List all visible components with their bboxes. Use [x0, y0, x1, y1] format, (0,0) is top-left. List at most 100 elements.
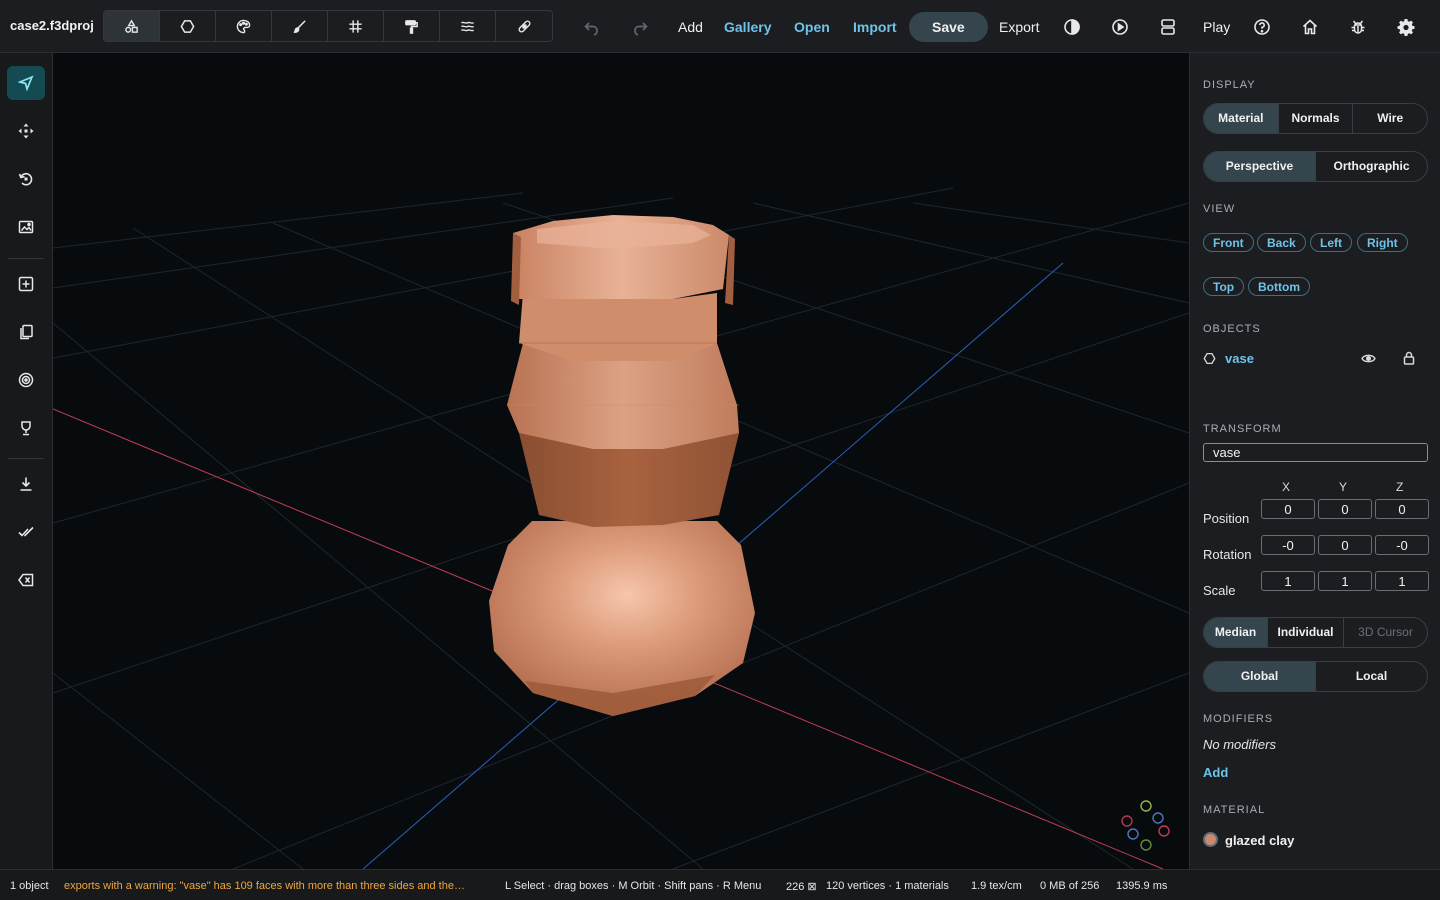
vertex-material-count: 120 vertices · 1 materials: [826, 880, 949, 892]
3d-viewport[interactable]: [53, 53, 1189, 869]
layout-button[interactable]: [1159, 0, 1177, 53]
validate-tool-button[interactable]: [7, 515, 45, 549]
view-bottom-button[interactable]: Bottom: [1248, 277, 1310, 296]
pivot-median-button[interactable]: Median: [1204, 618, 1268, 647]
origin-tool-button[interactable]: [7, 363, 45, 397]
export-warning[interactable]: exports with a warning: "vase" has 109 f…: [64, 880, 465, 892]
gallery-button[interactable]: Gallery: [724, 0, 771, 53]
polygon-icon: [1203, 352, 1216, 365]
add-button[interactable]: Add: [678, 0, 703, 53]
mode-layers-button[interactable]: [440, 11, 496, 41]
target-icon: [18, 372, 34, 388]
mode-object-button[interactable]: [104, 11, 160, 41]
frame-time: 1395.9 ms: [1116, 880, 1168, 892]
tool-sidebar: [0, 53, 53, 869]
face-count: 226 ⊠: [786, 881, 817, 893]
rotation-z-input[interactable]: -0: [1375, 535, 1429, 555]
home-button[interactable]: [1301, 0, 1319, 53]
debug-button[interactable]: [1349, 0, 1367, 53]
add-object-tool-button[interactable]: [7, 267, 45, 301]
settings-button[interactable]: [1397, 0, 1415, 53]
perspective-button[interactable]: Perspective: [1204, 152, 1316, 181]
vase-mesh[interactable]: [489, 215, 755, 716]
award-tool-button[interactable]: [7, 411, 45, 445]
eye-icon[interactable]: [1361, 352, 1376, 365]
lock-icon[interactable]: [1403, 351, 1415, 365]
contrast-button[interactable]: [1063, 0, 1081, 53]
save-button[interactable]: Save: [909, 11, 988, 42]
mode-heal-button[interactable]: [496, 11, 552, 41]
duplicate-icon: [20, 324, 33, 340]
duplicate-tool-button[interactable]: [7, 315, 45, 349]
backspace-icon: [18, 573, 34, 587]
pivot-3d-cursor-button[interactable]: 3D Cursor: [1344, 618, 1427, 647]
shading-material-button[interactable]: Material: [1204, 104, 1279, 133]
toolbar-divider: [8, 458, 44, 459]
undo-icon: [584, 21, 598, 36]
shading-normals-button[interactable]: Normals: [1279, 104, 1354, 133]
position-z-input[interactable]: 0: [1375, 499, 1429, 519]
material-name[interactable]: glazed clay: [1225, 833, 1294, 848]
properties-panel: DISPLAY Material Normals Wire Perspectiv…: [1189, 53, 1440, 869]
object-row-vase[interactable]: vase: [1203, 349, 1428, 369]
view-section-label: VIEW: [1203, 203, 1236, 215]
pivot-individual-button[interactable]: Individual: [1268, 618, 1344, 647]
delete-tool-button[interactable]: [7, 563, 45, 597]
toolbar-divider: [8, 258, 44, 259]
orientation-gizmo[interactable]: [1121, 800, 1170, 851]
download-icon: [20, 477, 32, 491]
scale-x-input[interactable]: 1: [1261, 571, 1315, 591]
double-check-icon: [18, 526, 34, 537]
mode-mesh-button[interactable]: [160, 11, 216, 41]
layers-icon: [461, 21, 474, 31]
position-label: Position: [1203, 511, 1250, 526]
rotation-label: Rotation: [1203, 547, 1252, 562]
import-button[interactable]: Import: [853, 0, 897, 53]
add-modifier-button[interactable]: Add: [1203, 765, 1228, 780]
scale-y-input[interactable]: 1: [1318, 571, 1372, 591]
rotate-tool-button[interactable]: [7, 162, 45, 196]
shading-wire-button[interactable]: Wire: [1353, 104, 1427, 133]
mode-brush-button[interactable]: [272, 11, 328, 41]
object-count: 1 object: [10, 880, 49, 892]
objects-section-label: OBJECTS: [1203, 323, 1261, 335]
download-tool-button[interactable]: [7, 467, 45, 501]
position-x-input[interactable]: 0: [1261, 499, 1315, 519]
rotation-x-input[interactable]: -0: [1261, 535, 1315, 555]
scale-z-input[interactable]: 1: [1375, 571, 1429, 591]
rotation-y-input[interactable]: 0: [1318, 535, 1372, 555]
help-button[interactable]: [1253, 0, 1271, 53]
open-button[interactable]: Open: [794, 0, 830, 53]
orthographic-button[interactable]: Orthographic: [1316, 152, 1427, 181]
export-button[interactable]: Export: [999, 0, 1039, 53]
mode-paint-button[interactable]: [216, 11, 272, 41]
move-icon: [18, 123, 34, 139]
position-y-input[interactable]: 0: [1318, 499, 1372, 519]
trophy-icon: [21, 421, 31, 436]
palette-icon: [236, 19, 251, 33]
redo-button[interactable]: [631, 0, 649, 53]
shading-mode-toggle: Material Normals Wire: [1203, 103, 1428, 134]
space-global-button[interactable]: Global: [1204, 662, 1316, 691]
mode-grid-button[interactable]: [328, 11, 384, 41]
preview-play-button[interactable]: [1111, 0, 1129, 53]
material-swatch[interactable]: [1203, 832, 1218, 847]
undo-button[interactable]: [583, 0, 601, 53]
play-circle-icon: [1112, 18, 1128, 35]
status-bar: 1 object exports with a warning: "vase" …: [0, 869, 1440, 900]
view-right-button[interactable]: Right: [1357, 233, 1408, 252]
view-left-button[interactable]: Left: [1310, 233, 1352, 252]
select-tool-button[interactable]: [7, 66, 45, 100]
view-front-button[interactable]: Front: [1203, 233, 1254, 252]
space-local-button[interactable]: Local: [1316, 662, 1427, 691]
input-hints: L Select · drag boxes · M Orbit · Shift …: [505, 880, 762, 892]
view-back-button[interactable]: Back: [1257, 233, 1306, 252]
scale-tool-button[interactable]: [7, 210, 45, 244]
mode-roller-button[interactable]: [384, 11, 440, 41]
gear-icon: [1397, 18, 1415, 36]
move-tool-button[interactable]: [7, 114, 45, 148]
redo-icon: [634, 21, 648, 36]
transform-name-input[interactable]: vase: [1203, 443, 1428, 462]
play-button[interactable]: Play: [1203, 0, 1230, 53]
view-top-button[interactable]: Top: [1203, 277, 1245, 296]
